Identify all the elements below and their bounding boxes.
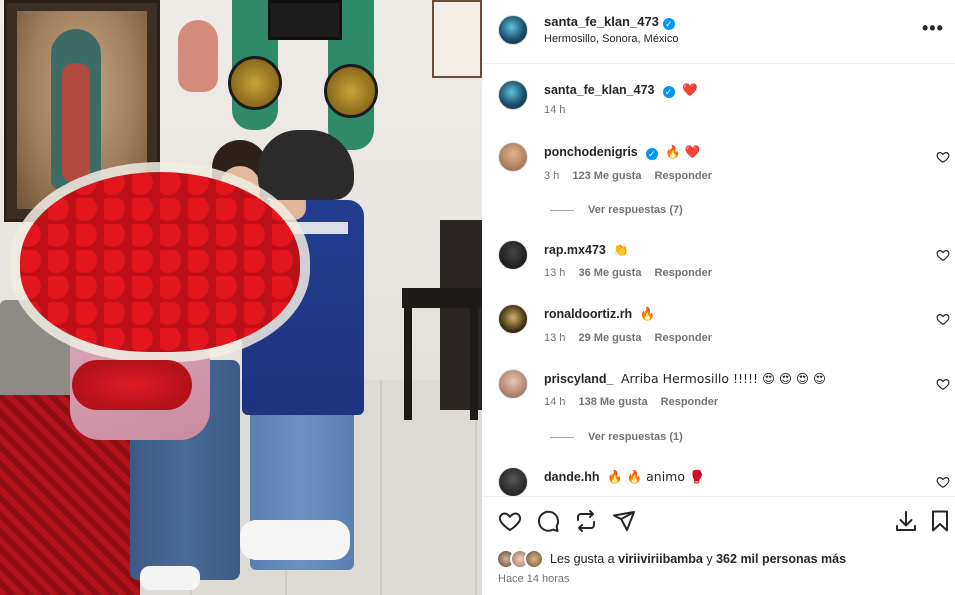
comment-likes[interactable]: 29 Me gusta (578, 332, 641, 344)
post-viewer: santa_fe_klan_473 ✓ Hermosillo, Sonora, M… (0, 0, 955, 595)
comment-meta: 3 h 123 Me gusta Responder (544, 170, 722, 182)
comment-avatar[interactable] (498, 369, 528, 399)
comment-item: rap.mx473 👏 (544, 242, 629, 258)
replies-divider (550, 209, 574, 211)
comment-text: 👏 (613, 242, 629, 257)
comment-username[interactable]: ronaldoortiz.rh (544, 307, 632, 321)
comment-avatar[interactable] (498, 467, 528, 496)
view-replies-button[interactable]: Ver respuestas (7) (550, 204, 683, 216)
comment-likes[interactable]: 123 Me gusta (572, 170, 641, 182)
bookmark-icon[interactable] (928, 509, 952, 533)
photo-guy-cap (258, 130, 354, 200)
comment-time: 3 h (544, 170, 560, 182)
likes-count[interactable]: 362 mil personas más (716, 552, 846, 566)
author-avatar[interactable] (498, 15, 528, 45)
replies-divider (550, 436, 574, 438)
caption: santa_fe_klan_473 ✓ ❤️ (544, 82, 698, 98)
post-header: santa_fe_klan_473 ✓ Hermosillo, Sonora, M… (482, 0, 955, 64)
likes-middle: y (706, 552, 713, 566)
verified-badge-icon: ✓ (662, 86, 675, 98)
caption-meta: 14 h (544, 104, 575, 116)
photo-small-frame (268, 0, 342, 40)
comment-username[interactable]: ponchodenigris (544, 145, 638, 159)
comment-meta: 14 h 138 Me gusta Responder (544, 396, 728, 408)
comment-like-heart-icon[interactable] (936, 475, 950, 489)
comment-text: 🔥 ❤️ (665, 144, 701, 159)
comment-avatar[interactable] (498, 304, 528, 334)
likes-user[interactable]: viriiviriibamba (618, 552, 703, 566)
photo-wall-hat (178, 20, 218, 92)
photo-guy-shoes (240, 520, 350, 560)
comment-meta: 13 h 29 Me gusta Responder (544, 332, 722, 344)
heart-icon[interactable] (498, 509, 522, 533)
comment-username[interactable]: priscyland_ (544, 372, 613, 386)
comment-like-heart-icon[interactable] (936, 312, 950, 326)
photo-rose-bouquet (20, 172, 300, 352)
comment-text: Arriba Hermosillo !!!!! 😍 😍 😍 😍 (620, 371, 827, 386)
photo-table-leg (404, 300, 412, 420)
likes-prefix: Les gusta a (550, 552, 615, 566)
reply-button[interactable]: Responder (655, 267, 712, 279)
comment-text: 🔥 (639, 306, 656, 321)
comment-likes[interactable]: 36 Me gusta (578, 267, 641, 279)
caption-avatar[interactable] (498, 80, 528, 110)
comment-like-heart-icon[interactable] (936, 248, 950, 262)
author-username-row[interactable]: santa_fe_klan_473 ✓ (544, 14, 675, 30)
comment-time: 13 h (544, 267, 566, 279)
comment-item: priscyland_ Arriba Hermosillo !!!!! 😍 😍 … (544, 371, 826, 386)
comment-item: ponchodenigris ✓ 🔥 ❤️ (544, 144, 700, 160)
comment-item: dande.hh 🔥 🔥 animo 🥊 (544, 469, 705, 485)
caption-text: ❤️ (681, 82, 698, 97)
repost-icon[interactable] (574, 509, 598, 533)
reply-button[interactable]: Responder (655, 170, 712, 182)
comment-icon[interactable] (536, 509, 560, 533)
comment-username[interactable]: rap.mx473 (544, 243, 606, 257)
comment-like-heart-icon[interactable] (936, 377, 950, 391)
post-location[interactable]: Hermosillo, Sonora, México (544, 33, 679, 45)
comment-text: 🔥 🔥 animo 🥊 (607, 469, 705, 484)
photo-red-ribbon (72, 360, 192, 410)
post-timestamp[interactable]: Hace 14 horas (498, 573, 570, 585)
comment-meta: 13 h 36 Me gusta Responder (544, 267, 722, 279)
post-photo[interactable] (0, 0, 482, 595)
comment-avatar[interactable] (498, 240, 528, 270)
comment-avatar[interactable] (498, 142, 528, 172)
post-side-panel: santa_fe_klan_473 ✓ Hermosillo, Sonora, M… (482, 0, 955, 595)
comments-list[interactable]: santa_fe_klan_473 ✓ ❤️ 14 h ponchodenigri… (482, 64, 955, 496)
caption-username[interactable]: santa_fe_klan_473 (544, 83, 655, 97)
post-actions-bar: Les gusta a viriiviriibamba y 362 mil pe… (482, 496, 955, 595)
view-replies-label[interactable]: Ver respuestas (7) (588, 204, 683, 216)
photo-girl-shoes (140, 566, 200, 590)
comment-time: 14 h (544, 396, 566, 408)
view-replies-label[interactable]: Ver respuestas (1) (588, 431, 683, 443)
reply-button[interactable]: Responder (655, 332, 712, 344)
download-icon[interactable] (894, 509, 918, 533)
more-options-icon[interactable]: ••• (922, 18, 944, 39)
likes-text: Les gusta a viriiviriibamba y 362 mil pe… (550, 552, 846, 566)
comment-likes[interactable]: 138 Me gusta (578, 396, 647, 408)
caption-time: 14 h (544, 104, 566, 116)
send-icon[interactable] (612, 509, 636, 533)
liker-avatar (524, 549, 544, 569)
comment-time: 13 h (544, 332, 566, 344)
verified-badge-icon: ✓ (662, 18, 675, 30)
verified-badge-icon: ✓ (645, 148, 658, 160)
likes-summary[interactable]: Les gusta a viriiviriibamba y 362 mil pe… (496, 549, 846, 569)
photo-poster (432, 0, 482, 78)
comment-username[interactable]: dande.hh (544, 470, 600, 484)
comment-like-heart-icon[interactable] (936, 150, 950, 164)
photo-table-leg (470, 300, 478, 420)
comment-item: ronaldoortiz.rh 🔥 (544, 306, 655, 322)
author-username[interactable]: santa_fe_klan_473 (544, 14, 659, 29)
view-replies-button[interactable]: Ver respuestas (1) (550, 431, 683, 443)
reply-button[interactable]: Responder (661, 396, 718, 408)
